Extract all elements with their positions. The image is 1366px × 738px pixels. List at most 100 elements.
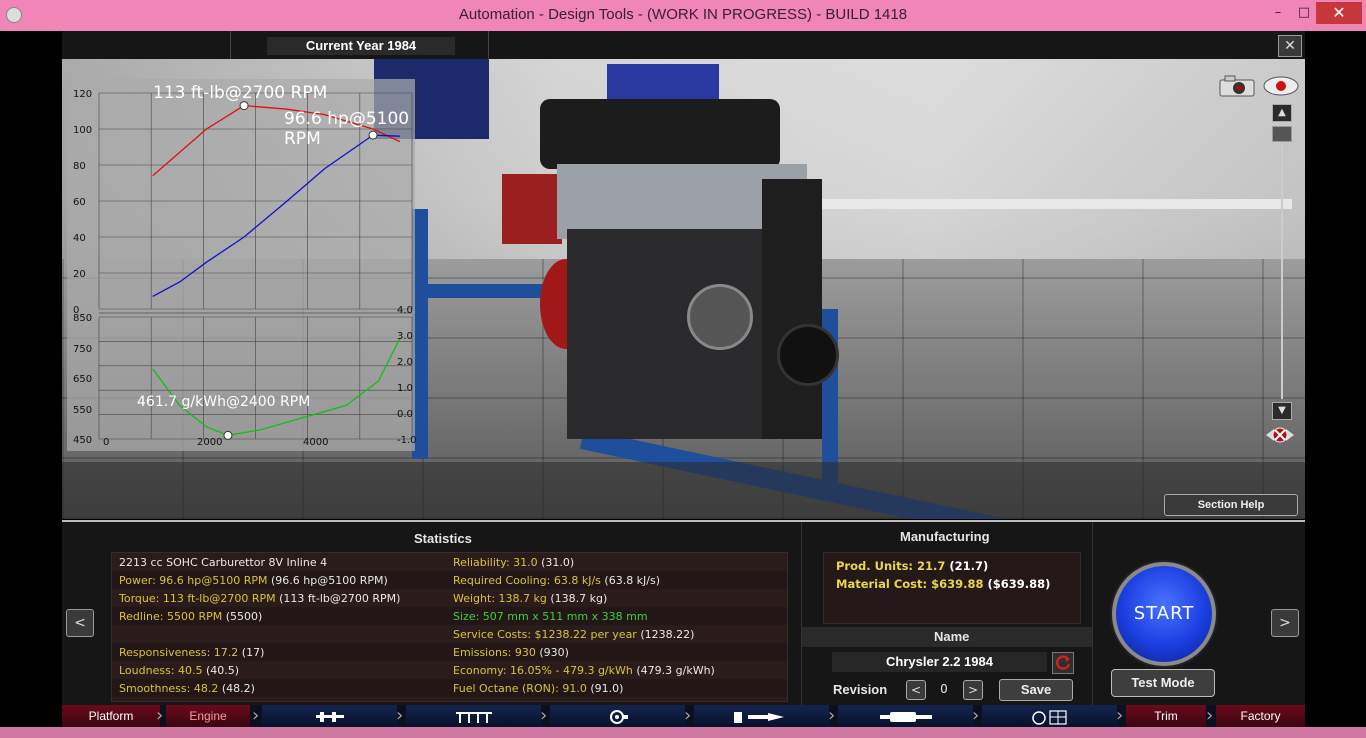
manufacturing-header: Manufacturing [900,529,990,544]
test-mode-button[interactable]: Test Mode [1111,669,1215,697]
stat-value: Emissions: 930 [453,646,536,659]
stat-baseline: (5500) [222,610,263,623]
power-curve [152,134,400,297]
camera-icon[interactable] [1219,75,1255,97]
chevron-right-icon: › [828,705,836,726]
axis-tick-label: 650 [73,374,93,385]
revision-label: Revision [833,682,888,697]
nav-aspiration[interactable] [550,705,685,727]
stat-value: Redline: 5500 RPM [119,610,223,623]
axis-tick-label: 100 [73,125,93,136]
rotate-view-icon[interactable] [1264,421,1296,449]
stat-baseline: (31.0) [537,556,575,569]
os-taskbar [0,727,1366,738]
start-button[interactable]: START [1112,562,1216,666]
bsfc-min-marker [223,430,233,440]
scroll-thumb[interactable] [1272,126,1292,142]
save-button[interactable]: Save [999,679,1073,701]
revision-prev-button[interactable]: < [906,680,926,700]
stat-baseline: (40.5) [202,664,240,677]
nav-exhaust[interactable] [838,705,973,727]
chevron-right-icon: › [252,705,260,726]
engine-valve-cover [540,99,780,169]
stat-value: Economy: 16.05% - 479.3 g/kWh [453,664,633,677]
bottom-panel: Statistics 2213 cc SOHC Carburettor 8V I… [62,520,1305,705]
nav-trim[interactable]: Trim [1126,705,1206,727]
prev-section-button[interactable]: < [66,609,94,637]
wall-shelf [822,199,1292,209]
engine-name-field[interactable]: Chrysler 2.2 1984 [832,652,1047,672]
fuel-system-icon [733,711,784,723]
next-section-button[interactable]: > [1271,609,1299,637]
axis-tick-label: 550 [73,404,93,416]
stat-value: Size: 507 mm x 511 mm x 338 mm [453,610,648,623]
material-cost-baseline: ($639.88) [983,577,1051,591]
chevron-right-icon: › [684,705,692,726]
prod-units-value: Prod. Units: 21.7 [836,559,946,573]
chevron-right-icon: › [1116,705,1124,726]
chevron-right-icon: › [1206,705,1214,726]
axis-tick-label: 0.0 [397,409,413,420]
stat-value: Power: 96.6 hp@5100 RPM [119,574,268,587]
stat-line: Redline: 5500 RPM (5500) [119,610,262,623]
scroll-up-button[interactable]: ▲ [1272,104,1292,122]
stat-line: Smoothness: 48.2 (48.2) [119,682,255,695]
stat-baseline: (930) [535,646,569,659]
nav-factory[interactable]: Factory [1216,705,1305,727]
stat-value: Smoothness: 48.2 [119,682,219,695]
engine-3d-viewport[interactable]: Section Help ▲ ▼ 113 ft-lb@2700 RPM 96.6… [62,59,1305,519]
current-year: Current Year 1984 [267,37,455,55]
minimize-button[interactable]: – [1266,2,1290,24]
nav-engine-tune[interactable] [982,705,1117,727]
axis-tick-label: 4000 [303,437,329,448]
prod-units-baseline: (21.7) [945,559,989,573]
close-window-button[interactable]: ✕ [1316,2,1362,24]
nav-engine-bottom-end[interactable] [262,705,397,727]
maximize-button[interactable]: □ [1292,2,1316,24]
stat-baseline: (96.6 hp@5100 RPM) [267,574,388,587]
nav-engine-top-end[interactable] [406,705,541,727]
stat-value: Fuel Octane (RON): 91.0 [453,682,587,695]
axis-tick-label: 4.0 [397,305,413,316]
divider [230,31,231,59]
axis-tick-label: 450 [73,435,93,446]
close-designer-button[interactable]: ✕ [1278,35,1302,57]
axis-tick-label: 2.0 [397,357,413,368]
exhaust-icon [879,711,932,722]
axis-tick-label: 850 [73,313,93,324]
nav-platform[interactable]: Platform [62,705,160,727]
stat-baseline: (63.8 kJ/s) [600,574,661,587]
stat-value: Service Costs: $1238.22 per year [453,628,637,641]
tune-icon [1031,710,1067,725]
section-help-button[interactable]: Section Help [1164,494,1298,516]
performance-graph: 113 ft-lb@2700 RPM 96.6 hp@5100 RPM 461.… [67,79,417,451]
zoom-scrollbar[interactable]: ▲ ▼ [1272,104,1292,420]
scroll-down-button[interactable]: ▼ [1272,402,1292,420]
stat-line: 2213 cc SOHC Carburettor 8V Inline 4 [119,556,327,569]
engine-alternator [687,284,753,350]
statistics-header: Statistics [414,531,472,546]
stat-value: Responsiveness: 17.2 [119,646,239,659]
right-frame [1305,31,1366,727]
revision-next-button[interactable]: > [963,680,983,700]
divider [488,31,489,59]
eye-icon[interactable] [1263,75,1299,97]
nav-fuel-system[interactable] [694,705,829,727]
manufacturing-box: Prod. Units: 21.7 (21.7) Material Cost: … [823,552,1081,624]
chevron-right-icon: › [396,705,404,726]
stat-baseline: (1238.22) [636,628,695,641]
refresh-name-icon[interactable] [1052,652,1074,674]
axis-tick-label: 40 [73,233,86,244]
axis-tick-label: 2000 [197,437,223,448]
stat-line: Reliability: 31.0 (31.0) [453,556,574,569]
axis-tick-label: 3.0 [397,331,413,342]
stat-value: Required Cooling: 63.8 kJ/s [453,574,601,587]
stat-line: Emissions: 930 (930) [453,646,569,659]
window-titlebar: Automation - Design Tools - (WORK IN PRO… [0,0,1366,31]
section-navigation: Platform › Engine › › › › › › › Trim › F… [62,705,1305,727]
axis-tick-label: 80 [73,161,86,172]
divider [1092,522,1093,705]
scroll-track[interactable] [1281,144,1283,399]
nav-engine[interactable]: Engine [166,705,250,727]
axis-tick-label: 0 [103,437,110,448]
